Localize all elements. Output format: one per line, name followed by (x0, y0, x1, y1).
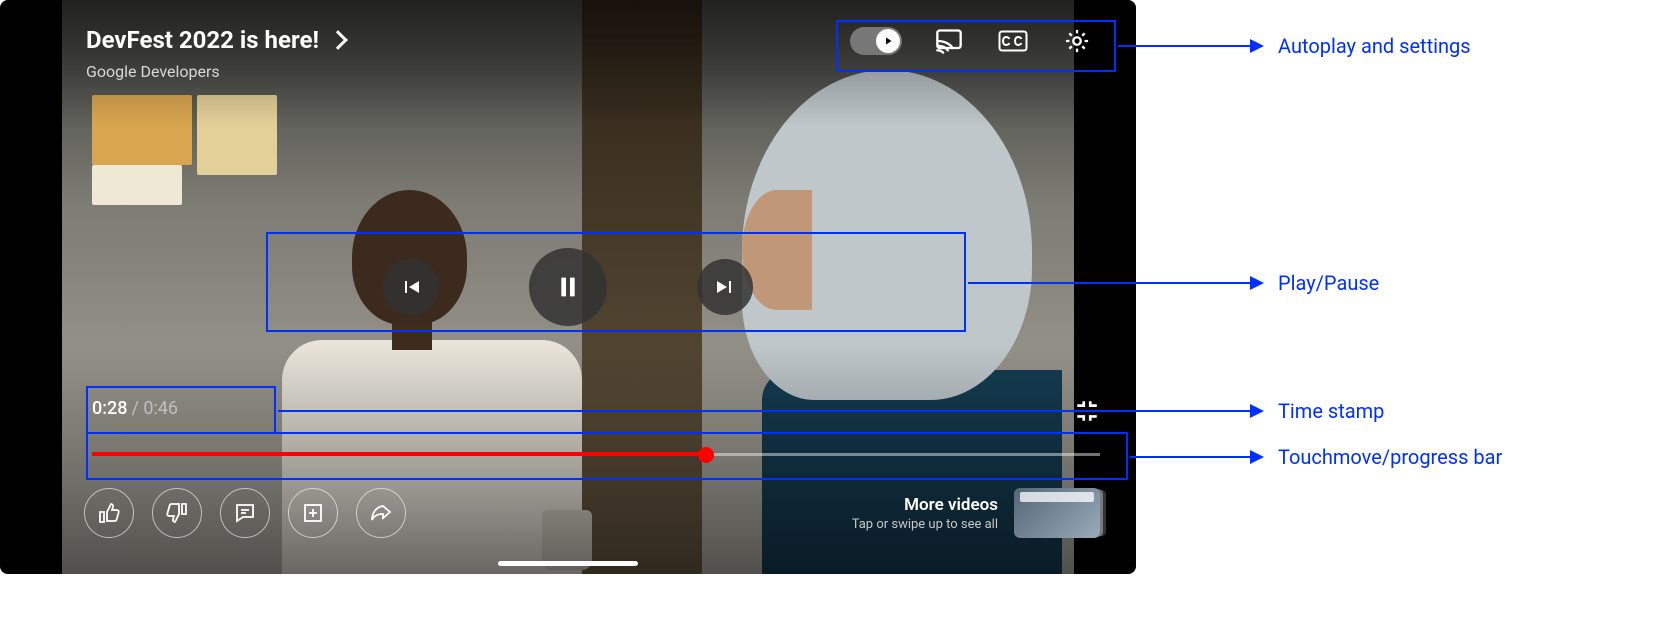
video-player: DevFest 2022 is here! Google Developers (0, 0, 1136, 574)
more-videos-label: More videos (852, 495, 998, 515)
more-videos[interactable]: More videos Tap or swipe up to see all (852, 488, 1100, 538)
gear-icon[interactable] (1060, 26, 1094, 56)
home-indicator (498, 561, 638, 566)
video-title-block[interactable]: DevFest 2022 is here! Google Developers (86, 26, 345, 81)
comments-button[interactable] (220, 488, 270, 538)
annotation-arrow (968, 282, 1262, 284)
annotation-arrow (278, 410, 1262, 412)
autoplay-toggle[interactable] (850, 27, 902, 55)
annotation-label-timestamp: Time stamp (1278, 399, 1384, 423)
dislike-button[interactable] (152, 488, 202, 538)
save-button[interactable] (288, 488, 338, 538)
progress-bar[interactable] (92, 448, 1100, 460)
captions-icon[interactable] (996, 26, 1030, 56)
annotation-arrow (1130, 456, 1262, 458)
video-title: DevFest 2022 is here! (86, 26, 319, 54)
chevron-right-icon (328, 30, 348, 50)
like-button[interactable] (84, 488, 134, 538)
annotation-label-progress: Touchmove/progress bar (1278, 445, 1502, 469)
play-icon (876, 29, 900, 53)
duration: / 0:46 (131, 398, 178, 419)
progress-scrubber[interactable] (698, 447, 714, 463)
share-button[interactable] (356, 488, 406, 538)
action-row (84, 488, 406, 538)
center-controls (383, 248, 753, 326)
current-time: 0:28 (92, 398, 127, 419)
channel-name: Google Developers (86, 62, 345, 81)
player-overlay: DevFest 2022 is here! Google Developers (0, 0, 1136, 574)
cast-icon[interactable] (932, 26, 966, 56)
annotation-label-top-controls: Autoplay and settings (1278, 34, 1471, 58)
annotation-arrow (1118, 45, 1262, 47)
time-display: 0:28 / 0:46 (92, 398, 178, 419)
more-videos-subtext: Tap or swipe up to see all (852, 517, 998, 532)
pause-button[interactable] (529, 248, 607, 326)
progress-played (92, 452, 706, 456)
top-controls (844, 22, 1100, 60)
more-videos-thumbnail (1014, 488, 1100, 538)
next-button[interactable] (697, 259, 753, 315)
previous-button[interactable] (383, 259, 439, 315)
annotation-label-center-controls: Play/Pause (1278, 271, 1379, 295)
